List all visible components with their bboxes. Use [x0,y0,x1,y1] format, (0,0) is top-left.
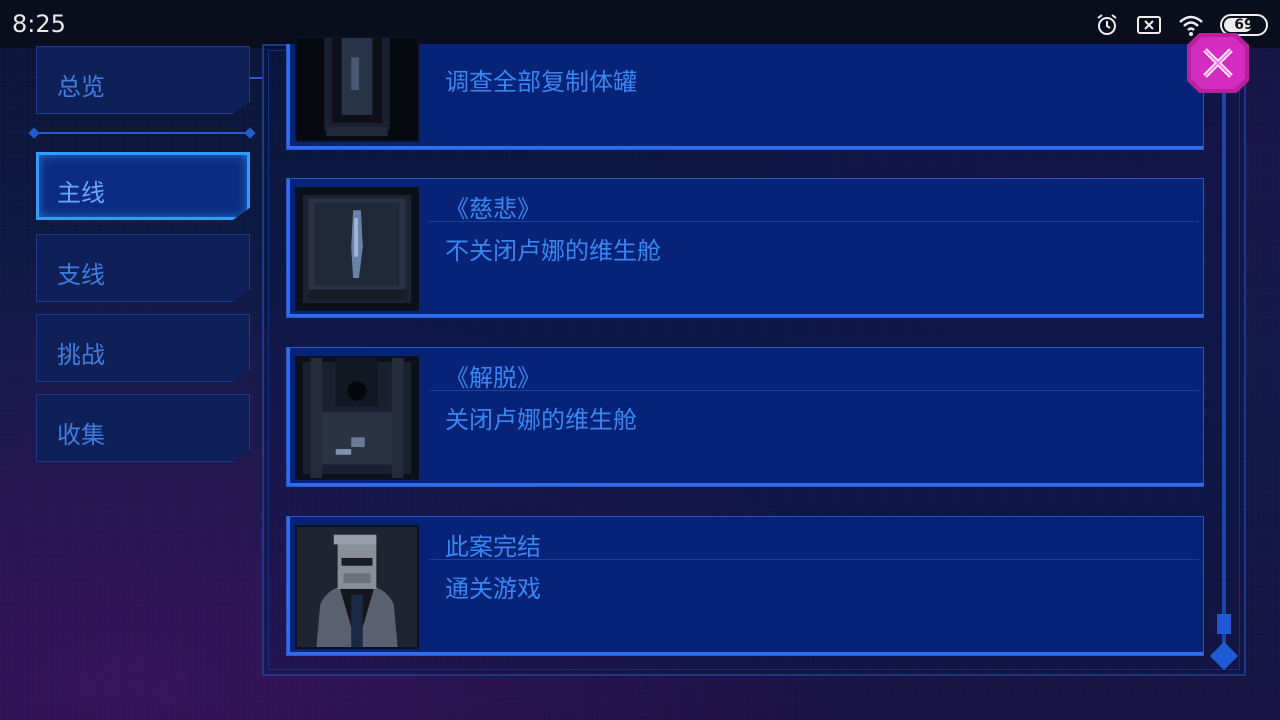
sidebar-connector [250,77,262,79]
quest-card[interactable]: 《慈悲》 不关闭卢娜的维生舱 [286,178,1204,318]
sidebar-item-main-quest[interactable]: 主线 [36,152,250,220]
quest-description: 关闭卢娜的维生舱 [445,406,637,434]
close-icon [1203,48,1233,78]
sidebar-item-label: 主线 [57,179,105,207]
sidebar-item-side-quest[interactable]: 支线 [36,234,250,302]
quest-description: 通关游戏 [445,575,541,603]
quest-description: 调查全部复制体罐 [445,68,637,96]
life-pod-icon [295,187,419,311]
status-icons: 69 [1094,11,1268,39]
quest-card[interactable]: 此案完结 通关游戏 [286,516,1204,656]
notification-off-icon [1137,16,1161,34]
sidebar-item-label: 挑战 [57,341,105,369]
quest-separator [429,559,1199,560]
battery-indicator: 69 [1220,14,1268,36]
specimen-tank-icon [295,36,419,142]
scrollbar-track[interactable] [1222,92,1226,652]
status-bar: 8:25 69 [0,0,1280,48]
quest-separator [429,390,1199,391]
quest-title: 此案完结 [445,533,541,561]
sidebar-item-collection[interactable]: 收集 [36,394,250,462]
quest-title: 《解脱》 [445,364,541,392]
scrollbar-thumb[interactable] [1217,614,1231,634]
closed-pod-icon [295,356,419,480]
quest-description: 不关闭卢娜的维生舱 [445,237,661,265]
status-time: 8:25 [12,10,66,38]
quest-card[interactable]: 《解脱》 关闭卢娜的维生舱 [286,347,1204,487]
quest-card[interactable]: 调查全部复制体罐 [286,36,1204,150]
sidebar-item-challenge[interactable]: 挑战 [36,314,250,382]
detective-portrait-icon [295,525,419,649]
close-button-face [1191,37,1245,89]
sidebar-item-label: 总览 [57,73,105,101]
close-button[interactable] [1187,33,1249,93]
alarm-icon [1097,14,1117,35]
battery-level: 69 [1234,17,1254,33]
quest-title: 《慈悲》 [445,195,541,223]
sidebar-divider [32,132,252,134]
sidebar-item-label: 支线 [57,261,105,289]
sidebar-item-overview[interactable]: 总览 [36,46,250,114]
sidebar-item-label: 收集 [57,421,105,449]
quest-separator [429,221,1199,222]
